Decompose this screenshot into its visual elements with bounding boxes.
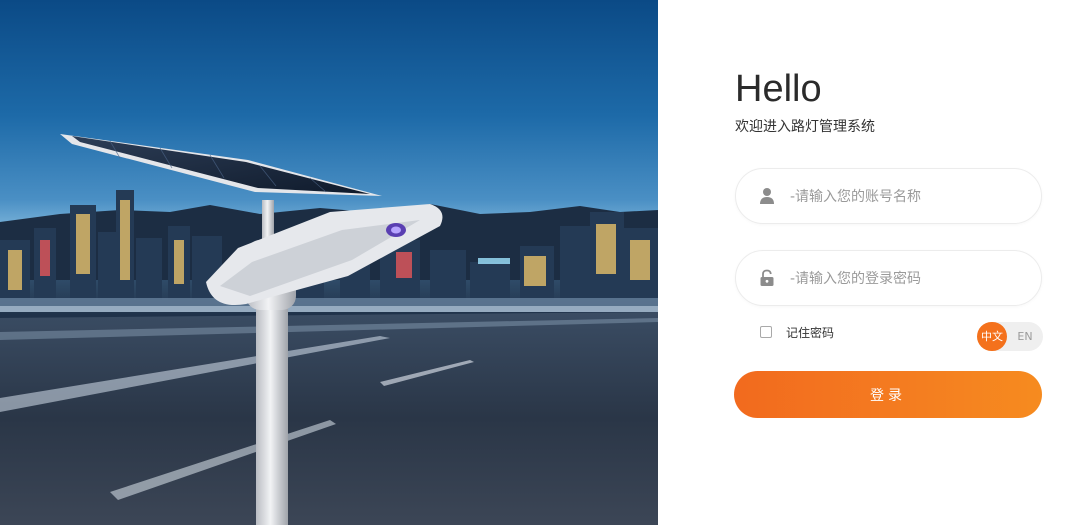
greeting-title: Hello xyxy=(735,68,822,110)
hero-illustration xyxy=(0,134,658,525)
remember-label: 记住密码 xyxy=(786,325,835,340)
username-input[interactable] xyxy=(788,183,1032,211)
user-icon xyxy=(760,188,774,204)
remember-checkbox[interactable] xyxy=(760,326,772,338)
password-field[interactable] xyxy=(735,250,1042,306)
login-button[interactable]: 登录 xyxy=(734,371,1042,418)
hero-image xyxy=(0,0,658,525)
system-subtitle: 欢迎进入路灯管理系统 xyxy=(735,119,875,135)
language-option-zh[interactable]: 中文 xyxy=(977,322,1007,351)
language-option-en[interactable]: EN xyxy=(1013,322,1037,351)
username-field[interactable] xyxy=(735,168,1042,224)
password-input[interactable] xyxy=(788,265,1032,293)
language-toggle[interactable]: 中文 EN xyxy=(977,322,1043,351)
remember-password[interactable]: 记住密码 xyxy=(760,322,834,342)
lock-icon xyxy=(760,269,774,286)
